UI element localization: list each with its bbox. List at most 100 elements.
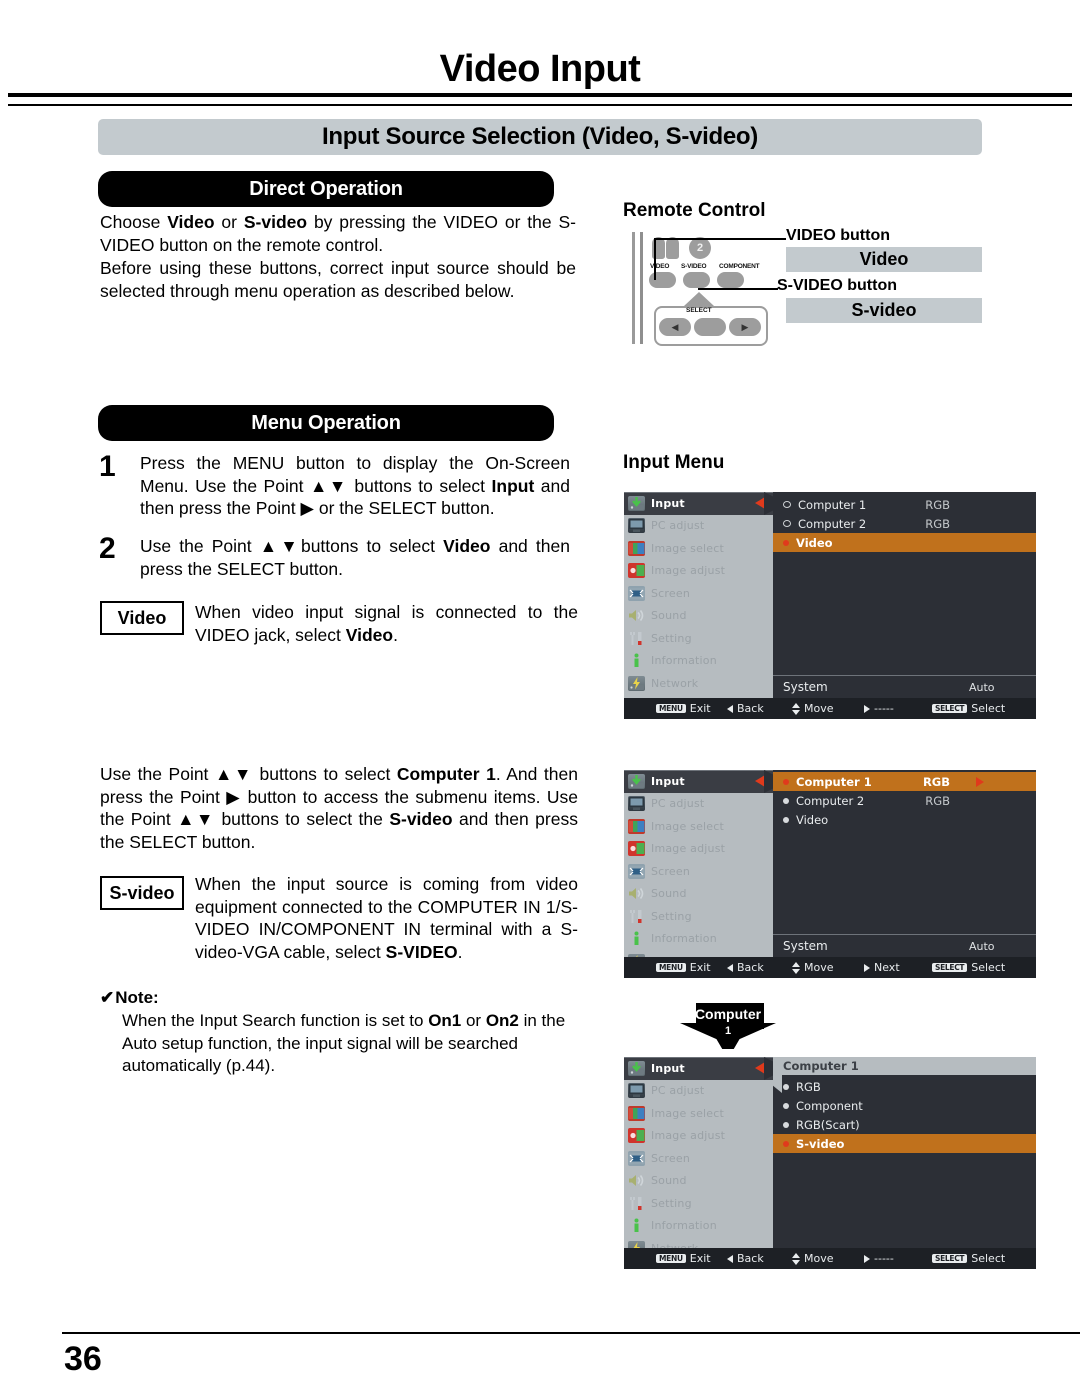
osd-sidebar-item-pc-adjust[interactable]: PC adjust [624,515,773,538]
bullet-icon [783,1121,789,1128]
sound-icon [628,608,645,623]
osd-row-video[interactable]: Video [773,810,1036,829]
remote-left-button[interactable]: ◀ [659,318,691,336]
osd-menu-3-sidebar: Input PC adjust Image select Image adjust Sc… [624,1057,774,1256]
osd-sidebar-item-screen[interactable]: Screen [624,582,773,605]
osd-sidebar-item-setting[interactable]: Setting [624,627,773,650]
osd-sidebar-item-information[interactable]: Information [624,928,773,951]
osd-sidebar-item-pc-adjust[interactable]: PC adjust [624,1080,773,1103]
osd-menu-1-body: Input PC adjust Image select Image adjust Sc… [624,492,1036,698]
do-p1a: Choose [100,212,168,232]
remote-button-two: 2 [689,237,711,259]
osd-row-label: RGB [796,1079,821,1094]
osd-sidebar-item-image-adjust[interactable]: Image adjust [624,560,773,583]
callout-line-2: 1 [724,1025,732,1037]
pc-adjust-icon [628,518,645,534]
osd-sidebar-item-information[interactable]: Information [624,1215,773,1238]
remote-svideo-button[interactable] [683,272,710,288]
osd1-move-label: Move [804,702,834,715]
left-triangle-icon [727,704,733,713]
osd-row-value: RGB [925,497,950,512]
osd3-back-label: Back [737,1252,764,1265]
osd-sidebar-item-information[interactable]: Information [624,650,773,673]
osd-sidebar-item-sound[interactable]: Sound [624,1170,773,1193]
osd3-next[interactable]: ----- [864,1252,894,1265]
next-arrow-icon [976,776,984,787]
osd-sidebar-item-label: PC adjust [651,797,705,811]
osd-row-component[interactable]: Component [773,1096,1036,1115]
osd-sidebar-item-image-adjust[interactable]: Image adjust [624,1125,773,1148]
osd-sidebar-item-label: Screen [651,586,691,600]
osd-row-computer-1[interactable]: Computer 1 RGB [773,495,1036,514]
osd-row-computer-2[interactable]: Computer 2 RGB [773,791,1036,810]
video-boxed-label-text: Video [117,607,167,628]
left-triangle-icon-2 [727,963,733,972]
video-note-text: When video input signal is connected to … [195,601,578,646]
bullet-icon [783,520,791,527]
setting-icon [628,631,645,646]
osd-row-rgb[interactable]: RGB [773,1077,1036,1096]
osd-row-rgb-scart-[interactable]: RGB(Scart) [773,1115,1036,1134]
right-arrow-icon: ▶ [300,498,314,518]
osd3-move[interactable]: Move [792,1252,834,1265]
osd-sidebar-item-screen[interactable]: Screen [624,1147,773,1170]
osd1-back[interactable]: Back [727,702,764,715]
osd-row-label: Computer 2 [796,793,865,808]
information-icon [628,653,645,668]
osd2-exit[interactable]: MENU Exit [656,961,711,974]
remote-component-button[interactable] [717,272,744,288]
osd-sidebar-item-image-adjust[interactable]: Image adjust [624,838,773,861]
osd2-select[interactable]: SELECT Select [932,961,1005,974]
osd1-select[interactable]: SELECT Select [932,702,1005,715]
menu-keycap-icon-3: MENU [656,1253,686,1264]
osd3-back[interactable]: Back [727,1252,764,1265]
osd-row-s-video[interactable]: S-video [773,1134,1036,1153]
osd-row-computer-2[interactable]: Computer 2 RGB [773,514,1036,533]
osd-row-computer-1[interactable]: Computer 1 RGB [773,772,1036,791]
input-icon [628,495,645,511]
input-menu-heading: Input Menu [623,452,725,473]
video-gray-box: Video [786,247,982,272]
osd1-exit[interactable]: MENU Exit [656,702,711,715]
sn-bold: S-VIDEO [385,941,458,962]
osd-sidebar-item-screen[interactable]: Screen [624,860,773,883]
osd-row-label: RGB(Scart) [796,1117,860,1132]
select-keycap-icon: SELECT [932,703,968,714]
osd1-next[interactable]: ----- [864,702,894,715]
osd-sidebar-item-sound[interactable]: Sound [624,605,773,628]
osd-sidebar-item-input[interactable]: Input [624,492,774,515]
network-icon [628,675,645,691]
osd-sidebar-item-pc-adjust[interactable]: PC adjust [624,793,773,816]
do-p1c: or [214,212,244,232]
osd1-move[interactable]: Move [792,702,834,715]
osd-sidebar-item-label: Setting [651,1196,692,1210]
osd3-exit[interactable]: MENU Exit [656,1252,711,1265]
remote-select-button[interactable] [694,318,726,336]
osd-sidebar-item-image-select[interactable]: Image select [624,537,773,560]
osd-sidebar-item-network[interactable]: Network [624,672,773,695]
osd-sidebar-item-setting[interactable]: Setting [624,1192,773,1215]
remote-right-button[interactable]: ▶ [729,318,761,336]
osd-sidebar-item-label: Sound [651,887,687,901]
remote-body-edge [632,232,635,344]
osd2-move[interactable]: Move [792,961,834,974]
osd-sidebar-item-input[interactable]: Input [624,770,774,793]
osd2-back[interactable]: Back [727,961,764,974]
sn-b: . [457,941,463,962]
osd-row-label: Video [796,535,833,550]
left-pointer-icon [755,775,765,787]
screen-icon [628,585,645,601]
osd-sidebar-item-sound[interactable]: Sound [624,883,773,906]
osd3-select[interactable]: SELECT Select [932,1252,1005,1265]
osd-row-video[interactable]: Video [773,533,1036,552]
step-1-number: 1 [99,450,116,483]
bullet-icon [783,1102,789,1109]
osd-sidebar-item-setting[interactable]: Setting [624,905,773,928]
osd-menu-3-submenu: RGB Component RGB(Scart) S-video [773,1075,1036,1248]
osd2-move-label: Move [804,961,834,974]
osd2-next[interactable]: Next [864,961,900,974]
osd-sidebar-item-image-select[interactable]: Image select [624,1102,773,1125]
osd-sidebar-item-image-select[interactable]: Image select [624,815,773,838]
callout-line-svideo [698,288,778,290]
osd-sidebar-item-input[interactable]: Input [624,1057,774,1080]
